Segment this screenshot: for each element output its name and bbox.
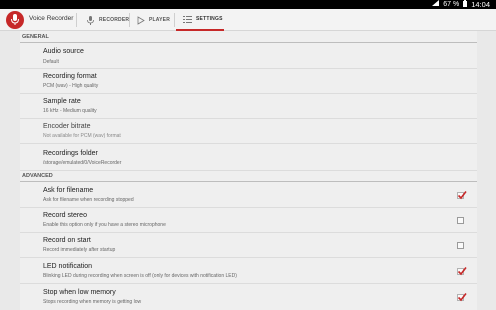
mic-icon xyxy=(86,15,95,25)
setting-summary: Not available for PCM (wav) format xyxy=(43,133,121,139)
tab-recorder[interactable]: RECORDER xyxy=(86,9,129,31)
setting-summary: /storage/emulated/0/VoiceRecorder xyxy=(43,160,122,166)
setting-summary: Default xyxy=(43,59,59,65)
app-bar: Voice Recorder RECORDER PLAYER SETTINGS xyxy=(0,9,496,31)
section-header-general: GENERAL xyxy=(20,32,477,43)
checkbox-stop-when-low-memory[interactable] xyxy=(457,293,467,302)
divider xyxy=(174,13,175,27)
setting-stop-when-low-memory[interactable]: Stop when low memory Stops recording whe… xyxy=(20,284,477,310)
setting-record-stereo[interactable]: Record stereo Enable this option only if… xyxy=(20,208,477,233)
signal-icon xyxy=(432,0,440,9)
setting-summary: PCM (wav) - High quality xyxy=(43,83,99,89)
tab-recorder-label: RECORDER xyxy=(99,17,130,23)
app-title: Voice Recorder xyxy=(29,15,74,22)
tab-settings[interactable]: SETTINGS xyxy=(176,9,224,31)
setting-recordings-folder[interactable]: Recordings folder /storage/emulated/0/Vo… xyxy=(20,144,477,171)
setting-summary: 16 kHz - Medium quality xyxy=(43,108,97,114)
section-header-advanced: ADVANCED xyxy=(20,171,477,182)
setting-title: Encoder bitrate xyxy=(43,123,91,130)
setting-ask-for-filename[interactable]: Ask for filename Ask for filename when r… xyxy=(20,182,477,208)
setting-title: Sample rate xyxy=(43,98,81,105)
tab-settings-label: SETTINGS xyxy=(196,16,223,22)
tab-player-label: PLAYER xyxy=(149,17,171,23)
app-logo-mic-icon[interactable] xyxy=(6,11,24,29)
checkbox-record-stereo[interactable] xyxy=(457,217,464,224)
divider xyxy=(76,13,77,27)
setting-audio-source[interactable]: Audio source Default xyxy=(20,43,477,69)
checkbox-record-on-start[interactable] xyxy=(457,242,464,249)
setting-title: Record on start xyxy=(43,237,91,244)
play-icon xyxy=(136,15,145,25)
setting-summary: Ask for filename when recording stopped xyxy=(43,197,134,203)
checkbox-led-notification[interactable] xyxy=(457,267,467,276)
battery-level: 67 % xyxy=(443,1,460,8)
setting-record-on-start[interactable]: Record on start Record immediately after… xyxy=(20,233,477,258)
tab-player[interactable]: PLAYER xyxy=(136,9,171,31)
setting-title: Recordings folder xyxy=(43,150,98,157)
settings-list-icon xyxy=(183,15,192,24)
clock: 14:04 xyxy=(471,0,490,9)
setting-summary: Record immediately after startup xyxy=(43,247,116,253)
divider xyxy=(129,13,130,27)
setting-summary: Enable this option only if you have a st… xyxy=(43,222,166,228)
setting-title: Record stereo xyxy=(43,212,87,219)
setting-sample-rate[interactable]: Sample rate 16 kHz - Medium quality xyxy=(20,94,477,119)
setting-summary: Blinking LED during recording when scree… xyxy=(43,273,237,279)
setting-summary: Stops recording when memory is getting l… xyxy=(43,299,142,305)
setting-led-notification[interactable]: LED notification Blinking LED during rec… xyxy=(20,258,477,284)
setting-title: Ask for filename xyxy=(43,187,94,194)
setting-title: Stop when low memory xyxy=(43,289,116,296)
setting-title: LED notification xyxy=(43,263,93,270)
setting-title: Audio source xyxy=(43,48,84,55)
setting-encoder-bitrate[interactable]: Encoder bitrate Not available for PCM (w… xyxy=(20,119,477,144)
setting-recording-format[interactable]: Recording format PCM (wav) - High qualit… xyxy=(20,69,477,94)
setting-title: Recording format xyxy=(43,73,97,80)
settings-list: GENERAL Audio source Default Recording f… xyxy=(20,31,477,310)
status-bar: 67 % 14:04 xyxy=(0,0,496,9)
checkbox-ask-for-filename[interactable] xyxy=(457,191,467,200)
